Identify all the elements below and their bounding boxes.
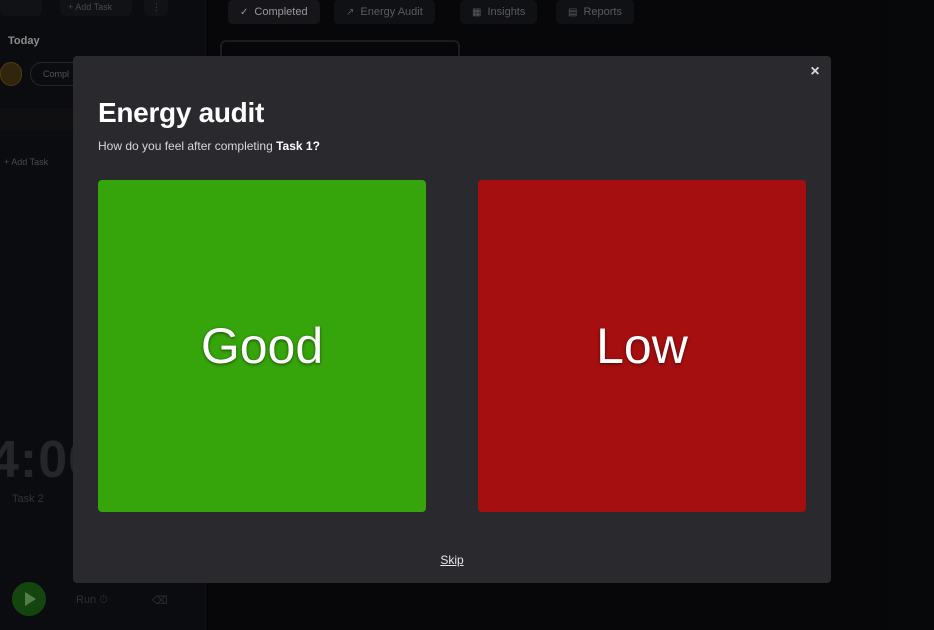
subtitle-text: How do you feel after completing	[98, 139, 277, 153]
energy-audit-modal: × Energy audit How do you feel after com…	[73, 56, 831, 583]
skip-link[interactable]: Skip	[73, 553, 831, 567]
modal-title: Energy audit	[98, 97, 264, 128]
modal-subtitle: How do you feel after completing Task 1?	[98, 139, 320, 153]
low-energy-button[interactable]: Low	[478, 180, 806, 512]
good-label: Good	[200, 318, 324, 374]
subtitle-task-name: Task 1?	[276, 139, 320, 153]
good-energy-button[interactable]: Good	[98, 180, 426, 512]
close-icon[interactable]: ×	[807, 64, 823, 80]
low-label: Low	[596, 318, 688, 374]
